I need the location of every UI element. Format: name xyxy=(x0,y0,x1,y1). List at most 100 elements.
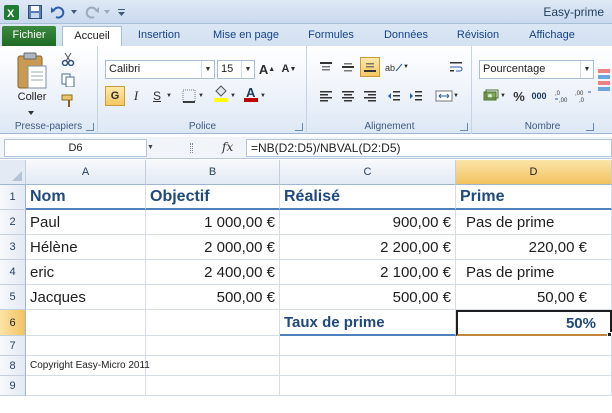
cell-a5[interactable]: Jacques xyxy=(26,285,146,310)
thousands-separator-icon[interactable]: 000 xyxy=(529,86,549,106)
redo-icon[interactable] xyxy=(84,4,100,20)
align-left-icon[interactable] xyxy=(316,86,336,106)
dialog-launcher-icon[interactable] xyxy=(86,123,94,131)
cell-c8[interactable] xyxy=(280,356,456,376)
row-header-9[interactable]: 9 xyxy=(0,376,26,396)
cell-c7[interactable] xyxy=(280,336,456,356)
decrease-indent-icon[interactable] xyxy=(384,86,404,106)
cut-icon[interactable] xyxy=(58,49,78,69)
decrease-decimal-icon[interactable]: ,00,0 xyxy=(573,86,593,106)
align-middle-icon[interactable] xyxy=(338,57,358,77)
borders-icon[interactable] xyxy=(179,86,199,106)
cell-c6[interactable]: Taux de prime xyxy=(280,310,456,336)
cell-b3[interactable]: 2 000,00 € xyxy=(146,235,280,260)
insert-function-icon[interactable]: fx xyxy=(222,140,233,154)
wrap-text-icon[interactable] xyxy=(446,57,466,77)
tab-insert[interactable]: Insertion xyxy=(128,26,190,46)
row-header-6[interactable]: 6 xyxy=(0,310,26,336)
chevron-down-icon[interactable] xyxy=(28,106,34,118)
cell-d9[interactable] xyxy=(456,376,612,396)
tab-home[interactable]: Accueil xyxy=(62,26,122,46)
cell-d8[interactable] xyxy=(456,356,612,376)
excel-icon[interactable]: X xyxy=(3,4,19,20)
cell-c2[interactable]: 900,00 € xyxy=(280,210,456,235)
chevron-down-icon[interactable]: ▼ xyxy=(452,86,460,106)
chevron-down-icon[interactable]: ▼ xyxy=(402,57,410,77)
formula-input[interactable]: =NB(D2:D5)/NBVAL(D2:D5) xyxy=(246,139,612,157)
align-top-icon[interactable] xyxy=(316,57,336,77)
cell-b1[interactable]: Objectif xyxy=(146,185,280,210)
cell-c1[interactable]: Réalisé xyxy=(280,185,456,210)
cell-a1[interactable]: Nom xyxy=(26,185,146,210)
splitter-handle[interactable] xyxy=(190,143,193,153)
tab-data[interactable]: Données xyxy=(376,26,436,46)
cell-d6-active[interactable]: 50% xyxy=(456,310,612,336)
cell-c3[interactable]: 2 200,00 € xyxy=(280,235,456,260)
percent-style-icon[interactable]: % xyxy=(509,86,529,106)
row-header-7[interactable]: 7 xyxy=(0,336,26,356)
select-all-corner[interactable] xyxy=(0,160,26,185)
chevron-down-icon[interactable]: ▼ xyxy=(201,61,214,78)
cell-b4[interactable]: 2 400,00 € xyxy=(146,260,280,285)
copy-icon[interactable] xyxy=(58,70,78,90)
cell-a4[interactable]: eric xyxy=(26,260,146,285)
row-header-2[interactable]: 2 xyxy=(0,210,26,235)
align-bottom-icon[interactable] xyxy=(360,57,380,77)
cell-b7[interactable] xyxy=(146,336,280,356)
font-size-combo[interactable]: 15 ▼ xyxy=(217,60,255,79)
row-header-3[interactable]: 3 xyxy=(0,235,26,260)
row-header-1[interactable]: 1 xyxy=(0,185,26,210)
underline-button[interactable]: S xyxy=(147,86,167,106)
tab-view[interactable]: Affichage xyxy=(520,26,584,46)
column-header-a[interactable]: A xyxy=(26,160,146,185)
row-header-8[interactable]: 8 xyxy=(0,356,26,376)
chevron-down-icon[interactable]: ▼ xyxy=(147,139,157,157)
undo-icon[interactable] xyxy=(50,4,66,20)
chevron-down-icon[interactable] xyxy=(103,4,111,20)
customize-qat-icon[interactable] xyxy=(117,4,125,20)
cell-a9[interactable] xyxy=(26,376,146,396)
row-header-4[interactable]: 4 xyxy=(0,260,26,285)
conditional-format-icon[interactable] xyxy=(597,69,611,91)
tab-file[interactable]: Fichier xyxy=(2,26,56,46)
column-header-b[interactable]: B xyxy=(146,160,280,185)
format-painter-icon[interactable] xyxy=(58,91,78,111)
paste-button-label[interactable]: Coller xyxy=(6,91,58,103)
font-name-combo[interactable]: Calibri ▼ xyxy=(105,60,215,79)
cell-c5[interactable]: 500,00 € xyxy=(280,285,456,310)
tab-page-layout[interactable]: Mise en page xyxy=(204,26,288,46)
cell-b2[interactable]: 1 000,00 € xyxy=(146,210,280,235)
chevron-down-icon[interactable]: ▼ xyxy=(165,86,173,106)
chevron-down-icon[interactable]: ▼ xyxy=(580,61,593,78)
text-orientation-icon[interactable]: ab xyxy=(384,57,404,77)
cell-b8[interactable] xyxy=(146,356,280,376)
accounting-format-icon[interactable] xyxy=(481,86,501,106)
dialog-launcher-icon[interactable] xyxy=(460,123,468,131)
increase-indent-icon[interactable] xyxy=(406,86,426,106)
merge-center-icon[interactable] xyxy=(434,86,454,106)
italic-button[interactable]: I xyxy=(126,86,146,106)
row-header-5[interactable]: 5 xyxy=(0,285,26,310)
tab-formulas[interactable]: Formules xyxy=(300,26,362,46)
paste-icon[interactable] xyxy=(14,52,50,92)
name-box[interactable]: D6 xyxy=(4,139,147,157)
cell-d7[interactable] xyxy=(456,336,612,356)
chevron-down-icon[interactable]: ▼ xyxy=(229,86,237,106)
cell-d2[interactable]: Pas de prime xyxy=(456,210,612,235)
number-format-combo[interactable]: Pourcentage ▼ xyxy=(479,60,594,79)
column-header-c[interactable]: C xyxy=(280,160,456,185)
shrink-font-icon[interactable]: A ▼ xyxy=(279,59,299,79)
cell-d1[interactable]: Prime xyxy=(456,185,612,210)
chevron-down-icon[interactable] xyxy=(70,4,78,20)
chevron-down-icon[interactable]: ▼ xyxy=(197,86,205,106)
chevron-down-icon[interactable]: ▼ xyxy=(241,61,254,78)
column-header-d[interactable]: D xyxy=(456,160,612,185)
cell-a3[interactable]: Hélène xyxy=(26,235,146,260)
cell-c4[interactable]: 2 100,00 € xyxy=(280,260,456,285)
align-center-icon[interactable] xyxy=(338,86,358,106)
align-right-icon[interactable] xyxy=(360,86,380,106)
save-icon[interactable] xyxy=(27,4,43,20)
cell-d4[interactable]: Pas de prime xyxy=(456,260,612,285)
cell-b6[interactable] xyxy=(146,310,280,336)
increase-decimal-icon[interactable]: ,0,00 xyxy=(553,86,573,106)
